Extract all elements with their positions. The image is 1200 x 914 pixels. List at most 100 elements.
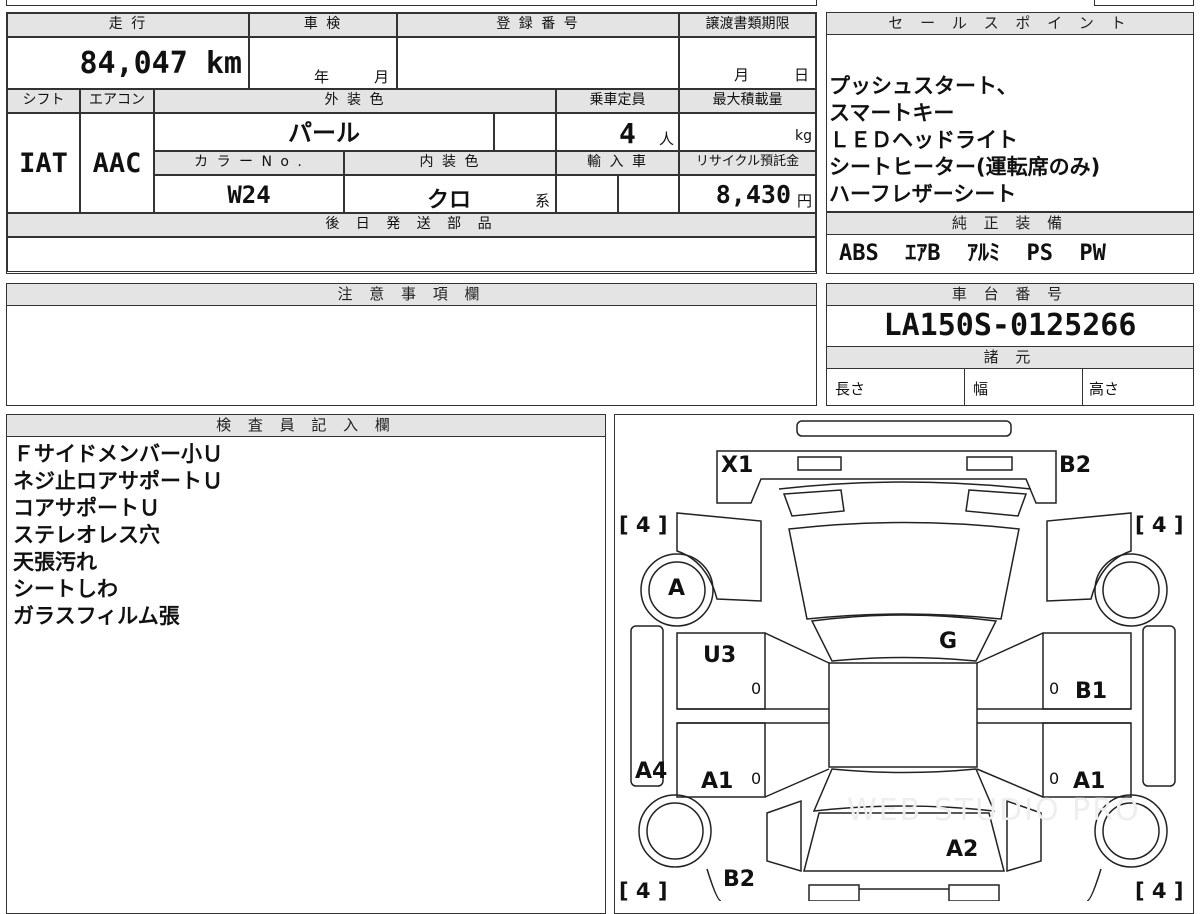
mark-x1: X1 [721, 453, 754, 478]
capacity-header: 乗車定員 [556, 89, 679, 113]
exterior-color-header: 外 装 色 [154, 89, 556, 113]
color-no-header: カ ラ ー N o . [154, 151, 344, 175]
sales-point-item: シートヒーター(運転席のみ) [829, 155, 1101, 179]
car-diagram [630, 420, 1176, 901]
spec-height: 高さ [1083, 368, 1193, 405]
mileage-value: 84,047 km [7, 37, 249, 89]
mark-a1-right: A1 [1073, 769, 1106, 794]
front-lamp-right [965, 489, 1028, 517]
side-sill-right [1142, 625, 1176, 787]
car-diagram-panel: WEB STUDIO PRO X1 B2 A G U3 B1 A4 A1 A1 … [614, 414, 1194, 914]
sales-point-item: プッシュスタート、 [829, 74, 1018, 98]
inspection-month-unit: 月 [374, 68, 390, 86]
inspection-header: 車 検 [249, 13, 397, 37]
inspector-item: ガラスフィルム張 [13, 604, 180, 628]
transfer-deadline-value: 月 日 [679, 37, 816, 89]
import-header: 輸 入 車 [556, 151, 679, 175]
windshield [788, 521, 1020, 620]
spec-length: 長さ [827, 368, 965, 405]
recycle-fee-number: 8,430 [715, 180, 791, 209]
interior-color-text: クロ [427, 188, 472, 213]
wheel-front-right [1094, 553, 1168, 627]
mark-a: A [668, 576, 686, 601]
tire-depth-rear-left: [ 4 ] [619, 879, 668, 903]
zero-mark: 0 [751, 679, 762, 698]
capacity-value: 4 人 [556, 113, 679, 151]
sales-points-panel: セ ー ル ス ポ イ ン ト プッシュスタート、 スマートキー ＬＥＤヘッドラ… [826, 12, 1194, 212]
transfer-deadline-header: 譲渡書類期限 [679, 13, 816, 37]
inspector-header: 検 査 員 記 入 欄 [7, 415, 605, 437]
aircon-value: AAC [80, 113, 154, 213]
recycle-unit: 円 [796, 192, 812, 210]
inspector-panel: 検 査 員 記 入 欄 Ｆサイドメンバー小Ｕ ネジ止ロアサポートＵ コアサポート… [6, 414, 606, 914]
tire-depth-front-right: [ 4 ] [1135, 513, 1184, 537]
top-strip-right [1094, 0, 1194, 6]
mark-a4: A4 [635, 759, 668, 784]
zero-mark: 0 [1049, 769, 1060, 788]
max-load-value: kg [679, 113, 816, 151]
zero-mark: 0 [751, 769, 762, 788]
chassis-header: 車 台 番 号 [827, 284, 1193, 306]
front-bumper [796, 420, 1012, 437]
spec-length-label: 長さ [835, 380, 866, 398]
mark-u3: U3 [703, 643, 737, 668]
chassis-panel: 車 台 番 号 LA150S-0125266 諸 元 長さ 幅 高さ [826, 283, 1194, 406]
notes-panel: 注 意 事 項 欄 [6, 283, 817, 406]
recycle-fee-value: 8,430 円 [679, 175, 816, 213]
headlight-left [797, 456, 842, 471]
registration-value [397, 37, 679, 89]
mark-g: G [939, 629, 958, 654]
mileage-header: 走 行 [7, 13, 249, 37]
sales-point-item: ハーフレザーシート [829, 182, 1017, 206]
watermark: WEB STUDIO PRO [847, 793, 1141, 828]
roof [828, 662, 978, 768]
front-lamp-left [782, 489, 845, 517]
capacity-number: 4 [619, 117, 636, 150]
tire-depth-rear-right: [ 4 ] [1135, 879, 1184, 903]
tire-depth-front-left: [ 4 ] [619, 513, 668, 537]
top-strip [6, 0, 817, 6]
recycle-fee-header: リサイクル預託金 [679, 151, 816, 175]
inspector-item: シートしわ [13, 577, 118, 601]
mark-a2: A2 [946, 837, 979, 862]
inspector-item: Ｆサイドメンバー小Ｕ [13, 442, 223, 466]
aircon-header: エアコン [80, 89, 154, 113]
shift-value: IAT [7, 113, 80, 213]
inspection-year-unit: 年 [314, 68, 330, 86]
inspector-item: ステレオレス穴 [13, 523, 160, 547]
sales-points-header: セ ー ル ス ポ イ ン ト [827, 13, 1193, 35]
exterior-color-value: パール [154, 113, 494, 151]
registration-header: 登 録 番 号 [397, 13, 679, 37]
mark-b2-bottom: B2 [723, 867, 756, 892]
mark-a1-left: A1 [701, 769, 734, 794]
rear-quarter-left [766, 799, 802, 873]
capacity-unit: 人 [659, 130, 675, 148]
max-load-header: 最大積載量 [679, 89, 816, 113]
import-value-a [556, 175, 618, 213]
chassis-number: LA150S-0125266 [883, 308, 1137, 343]
front-panel [716, 450, 1057, 504]
mark-b1: B1 [1075, 679, 1108, 704]
headlight-right [966, 456, 1013, 471]
transfer-month-unit: 月 [734, 66, 750, 84]
vehicle-info-table: 走 行 車 検 登 録 番 号 譲渡書類期限 84,047 km 年 月 月 日… [6, 12, 817, 274]
spec-width: 幅 [965, 368, 1083, 405]
equipment-value: ABS ｴｱB ｱﾙﾐ PS PW [839, 241, 1106, 266]
interior-suffix: 系 [535, 192, 551, 210]
import-value-b [618, 175, 679, 213]
inspector-item: コアサポートＵ [13, 496, 160, 520]
interior-color-value: クロ 系 [344, 175, 556, 213]
inspector-item: ネジ止ロアサポートＵ [13, 469, 223, 493]
spec-width-label: 幅 [973, 380, 989, 398]
inspector-list: Ｆサイドメンバー小Ｕ ネジ止ロアサポートＵ コアサポートＵ ステレオレス穴 天張… [13, 441, 593, 630]
specs-header: 諸 元 [827, 346, 1193, 369]
inspector-item: 天張汚れ [13, 550, 97, 574]
spec-height-label: 高さ [1089, 380, 1120, 398]
zero-mark: 0 [1049, 679, 1060, 698]
taillight-right [948, 884, 1000, 901]
sales-points-list: プッシュスタート、 スマートキー ＬＥＤヘッドライト シートヒーター(運転席のみ… [829, 73, 1189, 208]
color-no-value: W24 [154, 175, 344, 213]
equipment-panel: 純 正 装 備 ABS ｴｱB ｱﾙﾐ PS PW [826, 212, 1194, 274]
sales-point-item: ＬＥＤヘッドライト [829, 128, 1018, 152]
hood-edge [778, 481, 1032, 490]
